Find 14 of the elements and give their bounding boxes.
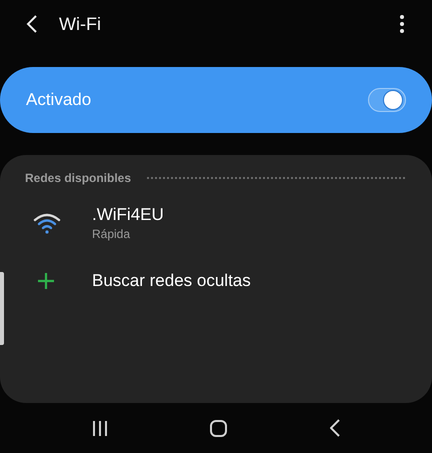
- home-button[interactable]: [210, 420, 228, 436]
- toggle-switch[interactable]: [368, 88, 406, 112]
- wifi-signal-icon: [33, 212, 61, 234]
- nav-back-button[interactable]: [328, 418, 342, 438]
- more-options-button[interactable]: [398, 14, 406, 34]
- switch-label: Activado: [26, 89, 92, 112]
- section-header: Redes disponibles: [25, 170, 132, 187]
- network-name: .WiFi4EU: [92, 204, 164, 224]
- plus-icon: [37, 272, 55, 290]
- network-speed: Rápida: [92, 226, 132, 242]
- add-network-item[interactable]: Buscar redes ocultas: [0, 265, 432, 297]
- page-title: Wi-Fi: [59, 12, 101, 36]
- network-list-item[interactable]: .WiFi4EU Rápida: [0, 195, 432, 251]
- add-network-label: Buscar redes ocultas: [92, 270, 251, 292]
